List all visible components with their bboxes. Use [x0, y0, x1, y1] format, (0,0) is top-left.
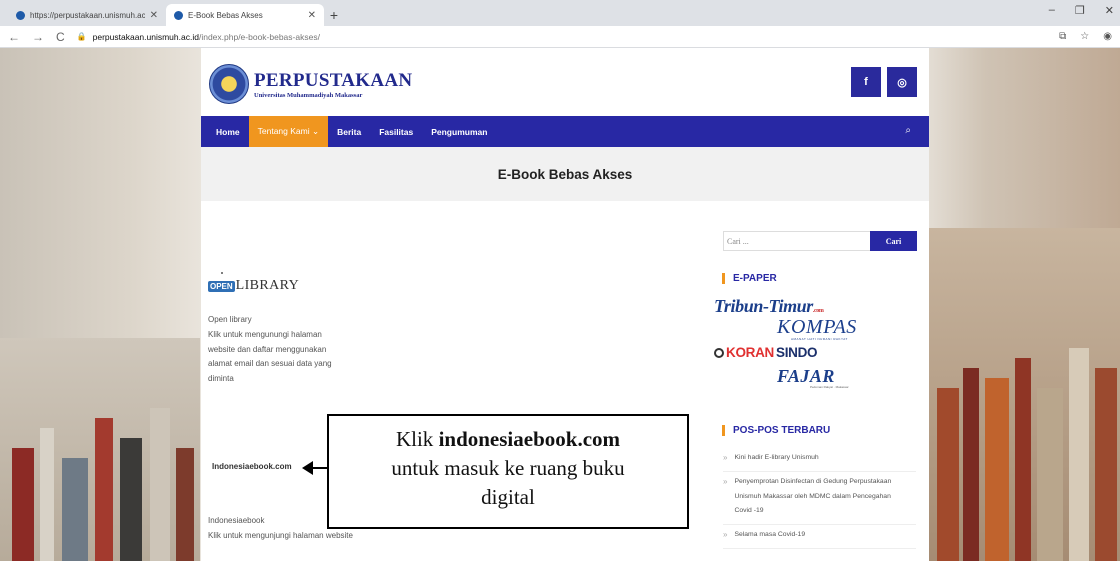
kompas-tagline: AMANAT HATI NURANI RAKYAT [791, 337, 848, 341]
close-window-button[interactable]: ✕ [1105, 4, 1114, 17]
minimize-button[interactable]: – [1049, 4, 1055, 17]
callout-box: Klik indonesiaebook.com untuk masuk ke r… [327, 414, 689, 529]
url-path: /index.php/e-book-bebas-akses/ [198, 31, 320, 42]
tab-title: https://perpustakaan.unismuh.ac [30, 10, 145, 20]
site-favicon-icon [174, 10, 183, 20]
list-item[interactable]: » Selama masa Covid-19 [723, 525, 916, 549]
callout-bold-link: indonesiaebook.com [438, 427, 621, 451]
close-tab-icon[interactable]: ✕ [308, 10, 316, 21]
callout-prefix: Klik [395, 427, 439, 451]
lock-icon: 🔒 [76, 32, 87, 41]
profile-icon[interactable]: ◉ [1103, 31, 1112, 42]
site-header: PERPUSTAKAAN Universitas Muhammadiyah Ma… [201, 48, 929, 116]
callout-arrow [304, 467, 328, 469]
window-controls: – ❐ ✕ [1049, 4, 1114, 17]
site-logo[interactable]: PERPUSTAKAAN Universitas Muhammadiyah Ma… [209, 64, 412, 104]
nav-home[interactable]: Home [201, 116, 249, 147]
epaper-widget-title: E-PAPER [722, 273, 777, 284]
kompas-logo[interactable]: KOMPAS [777, 316, 857, 339]
page-title: E-Book Bebas Akses [201, 147, 929, 201]
university-seal-icon [209, 64, 249, 104]
bookmark-star-icon[interactable]: ☆ [1080, 31, 1089, 42]
nav-pengumuman[interactable]: Pengumuman [422, 116, 496, 147]
nav-fasilitas[interactable]: Fasilitas [370, 116, 422, 147]
list-item[interactable]: » Kini hadir E-library Unismuh [723, 448, 916, 472]
url-field[interactable]: 🔒 perpustakaan.unismuh.ac.id/index.php/e… [77, 29, 1047, 45]
openlibrary-description: Open library Klik untuk mengunungi halam… [208, 313, 332, 387]
openlibrary-badge: OPEN [208, 280, 235, 292]
restore-button[interactable]: ❐ [1075, 4, 1085, 17]
desc-line: Klik untuk mengunungi halaman [208, 329, 322, 339]
openlibrary-text: LIBRARY [235, 278, 300, 293]
recent-posts-list: » Kini hadir E-library Unismuh » Penyemp… [723, 448, 916, 549]
nav-tentang-kami[interactable]: Tentang Kami ⌄ [248, 116, 329, 147]
desc-line: alamat email dan sesuai data yang [208, 359, 332, 369]
main-nav: Home Tentang Kami ⌄ Berita Fasilitas Pen… [201, 116, 929, 147]
recent-posts-title: POS-POS TERBARU [722, 425, 830, 436]
logo-subtitle: Universitas Muhammadiyah Makassar [254, 91, 363, 99]
nav-berita[interactable]: Berita [328, 116, 370, 147]
toolbar-icons: ⧉ ☆ ◉ [1059, 31, 1112, 42]
search-icon[interactable]: ⌕ [905, 125, 911, 136]
left-bookshelf [0, 338, 200, 561]
openlibrary-logo[interactable]: OPEN LIBRARY [208, 272, 300, 294]
new-tab-button[interactable]: + [324, 4, 344, 26]
desc-line: Klik untuk mengunjungi halaman website [208, 530, 353, 540]
facebook-icon[interactable]: f [851, 67, 881, 97]
chevron-right-icon: » [723, 453, 728, 462]
desc-line: diminta [208, 374, 234, 384]
browser-tab-strip: https://perpustakaan.unismuh.ac ✕ E-Book… [0, 0, 1120, 26]
close-tab-icon[interactable]: ✕ [150, 10, 158, 21]
callout-line-2: untuk masuk ke ruang buku [391, 456, 625, 480]
sidebar-search-button[interactable]: Cari [870, 231, 917, 251]
koran-sindo-mark-icon [714, 347, 724, 358]
browser-tab-2[interactable]: E-Book Bebas Akses ✕ [166, 4, 324, 26]
site-favicon-icon [16, 10, 25, 20]
chevron-right-icon: » [723, 530, 728, 540]
callout-line-3: digital [481, 485, 535, 509]
indonesiaebook-logo[interactable]: Indonesiaebook.com [212, 462, 292, 471]
browser-tab-1[interactable]: https://perpustakaan.unismuh.ac ✕ [8, 4, 166, 26]
forward-button[interactable]: → [32, 30, 44, 44]
translate-icon[interactable]: ⧉ [1059, 31, 1066, 42]
koran-sindo-logo[interactable]: KORAN SINDO [714, 345, 818, 360]
fajar-tagline: Pedoman Rakyat · Makassar [810, 385, 849, 389]
address-bar-row: ← → C 🔒 perpustakaan.unismuh.ac.id/index… [0, 26, 1120, 48]
chevron-right-icon: » [723, 476, 728, 486]
tribun-timur-logo[interactable]: Tribun-Timur.com [714, 296, 824, 317]
back-button[interactable]: ← [8, 30, 20, 44]
desc-line: website dan daftar menggunakan [208, 344, 327, 354]
instagram-icon[interactable]: ◎ [887, 67, 917, 97]
url-host: perpustakaan.unismuh.ac.id [92, 31, 199, 42]
desc-line[interactable]: Open library [208, 313, 332, 328]
right-bookshelf [929, 228, 1120, 561]
list-item[interactable]: » Penyemprotan Disinfectan di Gedung Per… [723, 472, 916, 526]
tab-title: E-Book Bebas Akses [188, 10, 263, 20]
fajar-logo[interactable]: FAJAR [777, 366, 835, 387]
reload-button[interactable]: C [56, 30, 65, 44]
logo-title: PERPUSTAKAAN [254, 69, 413, 91]
